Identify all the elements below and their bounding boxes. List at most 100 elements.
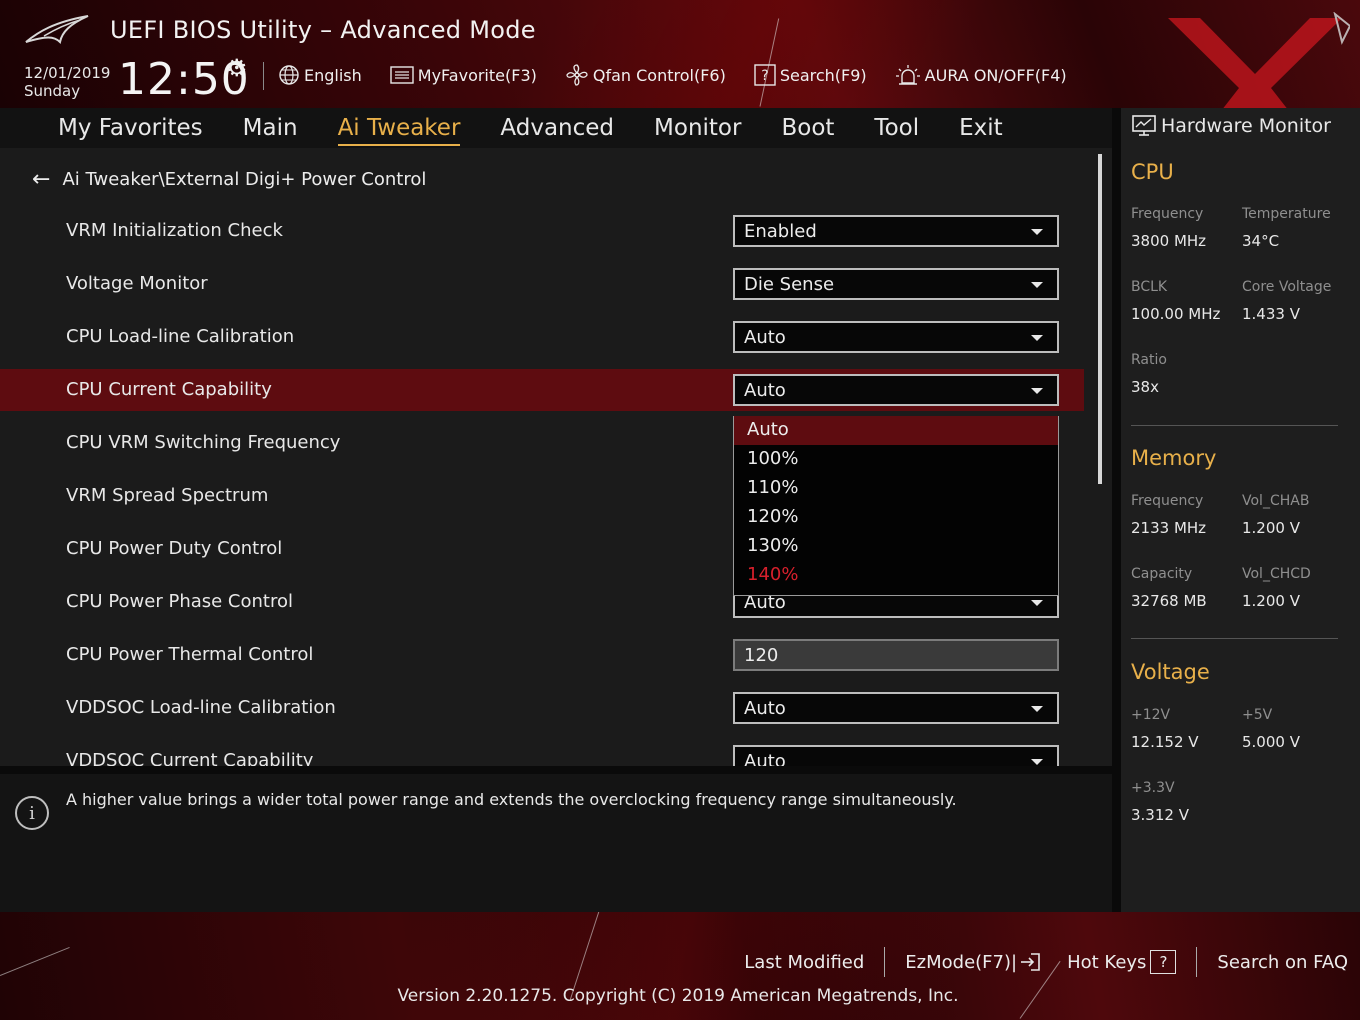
back-arrow-icon[interactable]: ← xyxy=(32,167,50,192)
search-label: Search(F9) xyxy=(779,65,867,85)
setting-label: VDDSOC Load-line Calibration xyxy=(66,697,336,718)
hot-keys-button[interactable]: Hot Keys ? xyxy=(1067,950,1177,974)
cpu-frequency-value: 3800 MHz xyxy=(1131,232,1207,250)
cpu-current-capability-select[interactable]: Auto xyxy=(733,374,1059,406)
select-value: Die Sense xyxy=(744,274,835,295)
dropdown-option-auto[interactable]: Auto xyxy=(734,416,1058,445)
vddsoc-load-line-calibration-select[interactable]: Auto xyxy=(733,692,1059,724)
cpu-load-line-calibration-select[interactable]: Auto xyxy=(733,321,1059,353)
tab-boot[interactable]: Boot xyxy=(781,115,834,141)
breadcrumb-path: Ai Tweaker\External Digi+ Power Control xyxy=(62,169,427,190)
capacity-label: Capacity xyxy=(1131,566,1193,582)
tab-exit[interactable]: Exit xyxy=(959,115,1003,141)
setting-row-voltage-monitor[interactable]: Voltage Monitor Die Sense xyxy=(0,263,1084,305)
search-on-faq-button[interactable]: Search on FAQ xyxy=(1217,952,1348,973)
question-key-icon: ? xyxy=(1150,950,1177,974)
aura-toggle-label: AURA ON/OFF(F4) xyxy=(924,65,1067,85)
search-button[interactable]: ? Search(F9) xyxy=(754,64,867,86)
setting-label: Voltage Monitor xyxy=(66,273,208,294)
hardware-monitor-panel: Hardware Monitor CPU Frequency Temperatu… xyxy=(1121,108,1360,912)
cpu-power-thermal-control-input[interactable]: 120 xyxy=(733,639,1059,671)
dropdown-option-120[interactable]: 120% xyxy=(734,503,1058,532)
question-search-icon: ? xyxy=(754,64,776,86)
v33-label: +3.3V xyxy=(1131,780,1175,796)
voltage-section-title: Voltage xyxy=(1131,660,1210,684)
section-divider xyxy=(1131,425,1338,426)
tab-my-favorites[interactable]: My Favorites xyxy=(58,115,203,141)
chevron-down-icon xyxy=(1031,282,1043,288)
setting-row-cpu-power-thermal-control[interactable]: CPU Power Thermal Control 120 xyxy=(0,634,1084,676)
hot-keys-label: Hot Keys xyxy=(1067,951,1147,973)
vol-chab-label: Vol_CHAB xyxy=(1242,493,1310,509)
memory-frequency-label: Frequency xyxy=(1131,493,1204,509)
chevron-down-icon xyxy=(1031,229,1043,235)
v5-value: 5.000 V xyxy=(1242,733,1300,751)
qfan-control-button[interactable]: Qfan Control(F6) xyxy=(565,63,726,87)
setting-label: VRM Initialization Check xyxy=(66,220,283,241)
setting-row-vddsoc-load-line-calibration[interactable]: VDDSOC Load-line Calibration Auto xyxy=(0,687,1084,729)
vol-chcd-label: Vol_CHCD xyxy=(1242,566,1311,582)
language-label: English xyxy=(304,65,362,85)
tab-tool[interactable]: Tool xyxy=(874,115,919,141)
footer-divider xyxy=(884,947,886,977)
hardware-monitor-title: Hardware Monitor xyxy=(1131,114,1331,138)
dropdown-option-140[interactable]: 140% xyxy=(734,561,1058,590)
setting-label: CPU Load-line Calibration xyxy=(66,326,295,347)
select-value: Auto xyxy=(744,380,786,401)
last-modified-button[interactable]: Last Modified xyxy=(744,952,864,973)
cpu-temperature-value: 34°C xyxy=(1242,232,1280,250)
aura-toggle-button[interactable]: AURA ON/OFF(F4) xyxy=(895,63,1067,87)
header-divider xyxy=(263,62,264,90)
favorite-list-icon xyxy=(390,65,414,85)
ezmode-button[interactable]: EzMode(F7)| xyxy=(905,951,1041,973)
ratio-label: Ratio xyxy=(1131,352,1167,368)
capacity-value: 32768 MB xyxy=(1131,592,1207,610)
chevron-down-icon xyxy=(1031,759,1043,765)
chevron-down-icon xyxy=(1031,335,1043,341)
dropdown-option-100[interactable]: 100% xyxy=(734,445,1058,474)
vrm-initialization-check-select[interactable]: Enabled xyxy=(733,215,1059,247)
footer-divider xyxy=(1196,947,1198,977)
setting-row-cpu-load-line-calibration[interactable]: CPU Load-line Calibration Auto xyxy=(0,316,1084,358)
tab-monitor[interactable]: Monitor xyxy=(654,115,741,141)
setting-label: CPU Power Phase Control xyxy=(66,591,293,612)
myfavorite-label: MyFavorite(F3) xyxy=(417,65,537,85)
input-value: 120 xyxy=(744,645,779,666)
cpu-current-capability-dropdown: Auto 100% 110% 120% 130% 140% xyxy=(733,416,1059,596)
vol-chcd-value: 1.200 V xyxy=(1242,592,1300,610)
setting-row-vrm-initialization-check[interactable]: VRM Initialization Check Enabled xyxy=(0,210,1084,252)
tab-ai-tweaker[interactable]: Ai Tweaker xyxy=(337,115,460,146)
version-text: Version 2.20.1275. Copyright (C) 2019 Am… xyxy=(397,986,959,1006)
setting-row-vddsoc-current-capability[interactable]: VDDSOC Current Capability Auto xyxy=(0,740,1084,766)
setting-label: CPU Current Capability xyxy=(66,379,272,400)
tab-main[interactable]: Main xyxy=(243,115,298,141)
memory-frequency-value: 2133 MHz xyxy=(1131,519,1207,537)
vddsoc-current-capability-select[interactable]: Auto xyxy=(733,745,1059,766)
rog-logo-icon xyxy=(25,15,89,45)
v5-label: +5V xyxy=(1242,707,1273,723)
language-button[interactable]: English xyxy=(278,64,362,86)
main-menu-bar: My Favorites Main Ai Tweaker Advanced Mo… xyxy=(0,108,1112,148)
voltage-monitor-select[interactable]: Die Sense xyxy=(733,268,1059,300)
memory-section-title: Memory xyxy=(1131,446,1217,470)
qfan-control-label: Qfan Control(F6) xyxy=(592,65,726,85)
dropdown-option-110[interactable]: 110% xyxy=(734,474,1058,503)
chevron-down-icon xyxy=(1031,388,1043,394)
setting-row-cpu-current-capability[interactable]: CPU Current Capability Auto xyxy=(0,369,1084,411)
vol-chab-value: 1.200 V xyxy=(1242,519,1300,537)
svg-text:?: ? xyxy=(761,68,768,84)
setting-label: CPU Power Thermal Control xyxy=(66,644,314,665)
bclk-value: 100.00 MHz xyxy=(1131,305,1221,323)
scrollbar-thumb[interactable] xyxy=(1098,154,1102,484)
setting-label: VDDSOC Current Capability xyxy=(66,750,314,766)
dropdown-option-130[interactable]: 130% xyxy=(734,532,1058,561)
section-divider xyxy=(1131,638,1338,639)
help-info-bar: i A higher value brings a wider total po… xyxy=(0,774,1112,912)
date-text: 12/01/2019 xyxy=(24,64,111,82)
myfavorite-button[interactable]: MyFavorite(F3) xyxy=(390,65,537,85)
monitor-icon xyxy=(1131,114,1157,138)
gear-icon[interactable]: ⚙ xyxy=(226,54,248,82)
v12-value: 12.152 V xyxy=(1131,733,1199,751)
date-block: 12/01/2019 Sunday xyxy=(24,64,110,100)
tab-advanced[interactable]: Advanced xyxy=(500,115,614,141)
